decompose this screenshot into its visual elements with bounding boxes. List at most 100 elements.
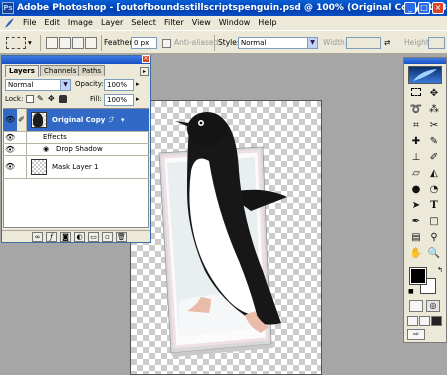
width-label: Width: [323,38,348,47]
tab-channels[interactable]: Channels [40,65,81,76]
palette-menu-icon[interactable]: ▸ [140,67,149,76]
link-layers-icon[interactable]: ∞ [32,232,43,242]
layer-name[interactable]: Original Copy [52,115,105,126]
stamp-icon[interactable]: ⊥ [408,150,424,165]
layer-row-mask-layer-1[interactable]: 👁 Mask Layer 1 [3,156,149,179]
feather-input[interactable]: 0 px [131,37,157,49]
maximize-button[interactable]: □ [418,2,430,14]
new-selection-button[interactable] [46,37,58,49]
brush-tool-icon[interactable]: ✎ [426,134,442,149]
brush-icon[interactable]: ✐ [17,109,27,131]
divider [101,35,102,51]
marquee-icon[interactable] [408,86,424,101]
menu-filter[interactable]: Filter [160,16,188,30]
fill-arrow-icon[interactable]: ▸ [136,94,140,105]
foreground-color-swatch[interactable] [409,267,427,285]
palette-close-icon[interactable]: × [142,55,150,63]
marquee-preset-button[interactable] [6,37,26,49]
menu-edit[interactable]: Edit [40,16,64,30]
blend-mode-select[interactable]: Normal ▼ [5,79,71,91]
palette-titlebar[interactable] [2,56,150,64]
lasso-icon[interactable]: ➰ [408,102,424,117]
zoom-icon[interactable]: 🔍 [426,246,442,261]
width-input[interactable] [346,37,381,49]
adjustment-layer-icon[interactable]: ◐ [74,232,85,242]
swap-colors-icon[interactable]: ↰ [437,266,443,274]
lock-transparency-icon[interactable] [26,95,34,103]
eye-icon[interactable]: 👁 [5,145,15,155]
healing-icon[interactable]: ✚ [408,134,424,149]
minimize-button[interactable]: _ [404,2,416,14]
dodge-icon[interactable]: ◔ [426,182,442,197]
menu-help[interactable]: Help [254,16,280,30]
style-select[interactable]: Normal ▼ [238,37,318,49]
layer-style-icon[interactable]: ƒ [46,232,57,242]
eye-icon[interactable]: 👁 [5,115,15,125]
effect-toggle-icon[interactable]: ◉ [43,144,49,155]
opacity-arrow-icon[interactable]: ▸ [136,79,140,90]
magic-wand-icon[interactable]: ⁂ [426,102,442,117]
path-select-icon[interactable]: ➤ [408,198,424,213]
chevron-down-icon[interactable]: ▾ [28,38,32,48]
quick-mask-button[interactable]: ◎ [426,300,440,312]
screen-mode-full[interactable] [431,316,442,326]
menu-layer[interactable]: Layer [97,16,127,30]
height-input[interactable] [428,37,445,49]
menu-view[interactable]: View [188,16,215,30]
history-brush-icon[interactable]: ✐ [426,150,442,165]
bucket-icon[interactable]: ◭ [426,166,442,181]
screen-mode-full-menu[interactable] [419,316,430,326]
feather-logo-icon [2,17,16,29]
menu-select[interactable]: Select [127,16,160,30]
adobe-logo-icon[interactable] [408,66,442,84]
subtract-selection-button[interactable] [72,37,84,49]
new-layer-icon[interactable]: ▫ [102,232,113,242]
tab-layers[interactable]: Layers [5,65,39,77]
toolbox-titlebar[interactable] [404,58,446,64]
blur-icon[interactable]: ● [408,182,424,197]
eyedropper-icon[interactable]: ⚲ [426,230,442,245]
lock-move-icon[interactable]: ✥ [48,94,55,104]
slice-icon[interactable]: ✂ [426,118,442,133]
lock-brush-icon[interactable]: ✎ [37,94,44,104]
fx-icon[interactable]: ℱ [109,115,115,126]
fill-input[interactable]: 100% [104,94,134,106]
notes-icon[interactable]: ▤ [408,230,424,245]
menu-window[interactable]: Window [215,16,255,30]
layer-row-drop-shadow[interactable]: 👁 ◉ Drop Shadow [3,144,149,156]
layer-name[interactable]: Mask Layer 1 [52,162,98,173]
opacity-input[interactable]: 100% [104,79,134,91]
delete-layer-icon[interactable]: 🗑 [116,232,127,242]
eye-icon[interactable]: 👁 [5,133,15,143]
layer-row-effects[interactable]: 👁 Effects [3,132,149,144]
eye-icon[interactable]: 👁 [5,162,15,172]
eraser-icon[interactable]: ▱ [408,166,424,181]
intersect-selection-button[interactable] [85,37,97,49]
antialias-checkbox[interactable] [162,39,171,48]
menu-file[interactable]: File [19,16,40,30]
document-canvas[interactable] [130,100,322,375]
menu-image[interactable]: Image [64,16,97,30]
add-mask-icon[interactable]: ◙ [60,232,71,242]
default-colors-icon[interactable]: ■ [408,288,414,295]
window-title: Adobe Photoshop - [outofboundsstillscrip… [17,3,447,13]
link-slot [17,144,27,155]
new-group-icon[interactable]: ▭ [88,232,99,242]
shape-icon[interactable]: □ [426,214,442,229]
type-icon[interactable]: T [426,198,442,213]
crop-icon[interactable]: ⌗ [408,118,424,133]
screen-mode-standard[interactable] [407,316,418,326]
jump-to-imageready-icon[interactable]: ⇨ [407,329,425,340]
hand-icon[interactable]: ✋ [408,246,424,261]
link-slot [17,156,27,178]
lock-all-icon[interactable] [59,95,67,103]
add-selection-button[interactable] [59,37,71,49]
layer-row-original-copy[interactable]: 👁 ✐ Original Copy ℱ ▾ [3,109,149,132]
effects-expand-icon[interactable]: ▾ [121,115,125,126]
swap-icon[interactable]: ⇄ [384,38,390,48]
pen-icon[interactable]: ✒ [408,214,424,229]
standard-mode-button[interactable] [409,300,423,312]
close-button[interactable]: × [432,2,444,14]
move-icon[interactable]: ✥ [426,86,442,101]
tab-paths[interactable]: Paths [78,65,106,76]
